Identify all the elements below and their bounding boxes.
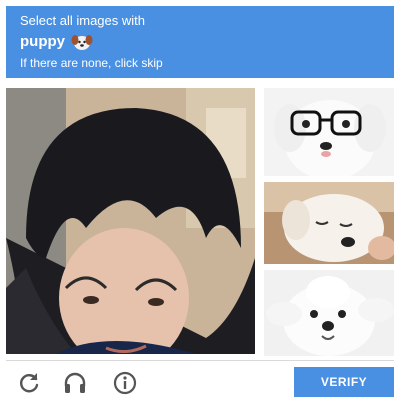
instruction-text: Select all images with — [20, 13, 145, 28]
captcha-footer: VERIFY — [0, 356, 400, 400]
verify-button[interactable]: VERIFY — [294, 367, 394, 397]
reload-icon[interactable] — [16, 370, 42, 396]
keyword-row: puppy — [20, 33, 380, 51]
person-selfie-image — [6, 88, 255, 354]
puppy-fluffy-image — [264, 270, 394, 356]
puppy-emoji-icon — [71, 35, 93, 50]
tile-person-selfie[interactable] — [6, 88, 255, 354]
tile-puppy-sleepy[interactable] — [264, 182, 394, 264]
image-grid — [6, 88, 394, 356]
tile-puppy-fluffy[interactable] — [264, 270, 394, 356]
info-icon[interactable] — [112, 370, 138, 396]
keyword-text: puppy — [20, 33, 65, 50]
puppy-glasses-image — [264, 88, 394, 176]
audio-headphones-icon[interactable] — [62, 370, 88, 396]
tile-puppy-glasses[interactable] — [264, 88, 394, 176]
captcha-header: Select all images with puppy If there ar… — [6, 6, 394, 78]
hint-text: If there are none, click skip — [20, 56, 163, 70]
footer-divider — [6, 360, 394, 361]
puppy-sleepy-image — [264, 182, 394, 264]
